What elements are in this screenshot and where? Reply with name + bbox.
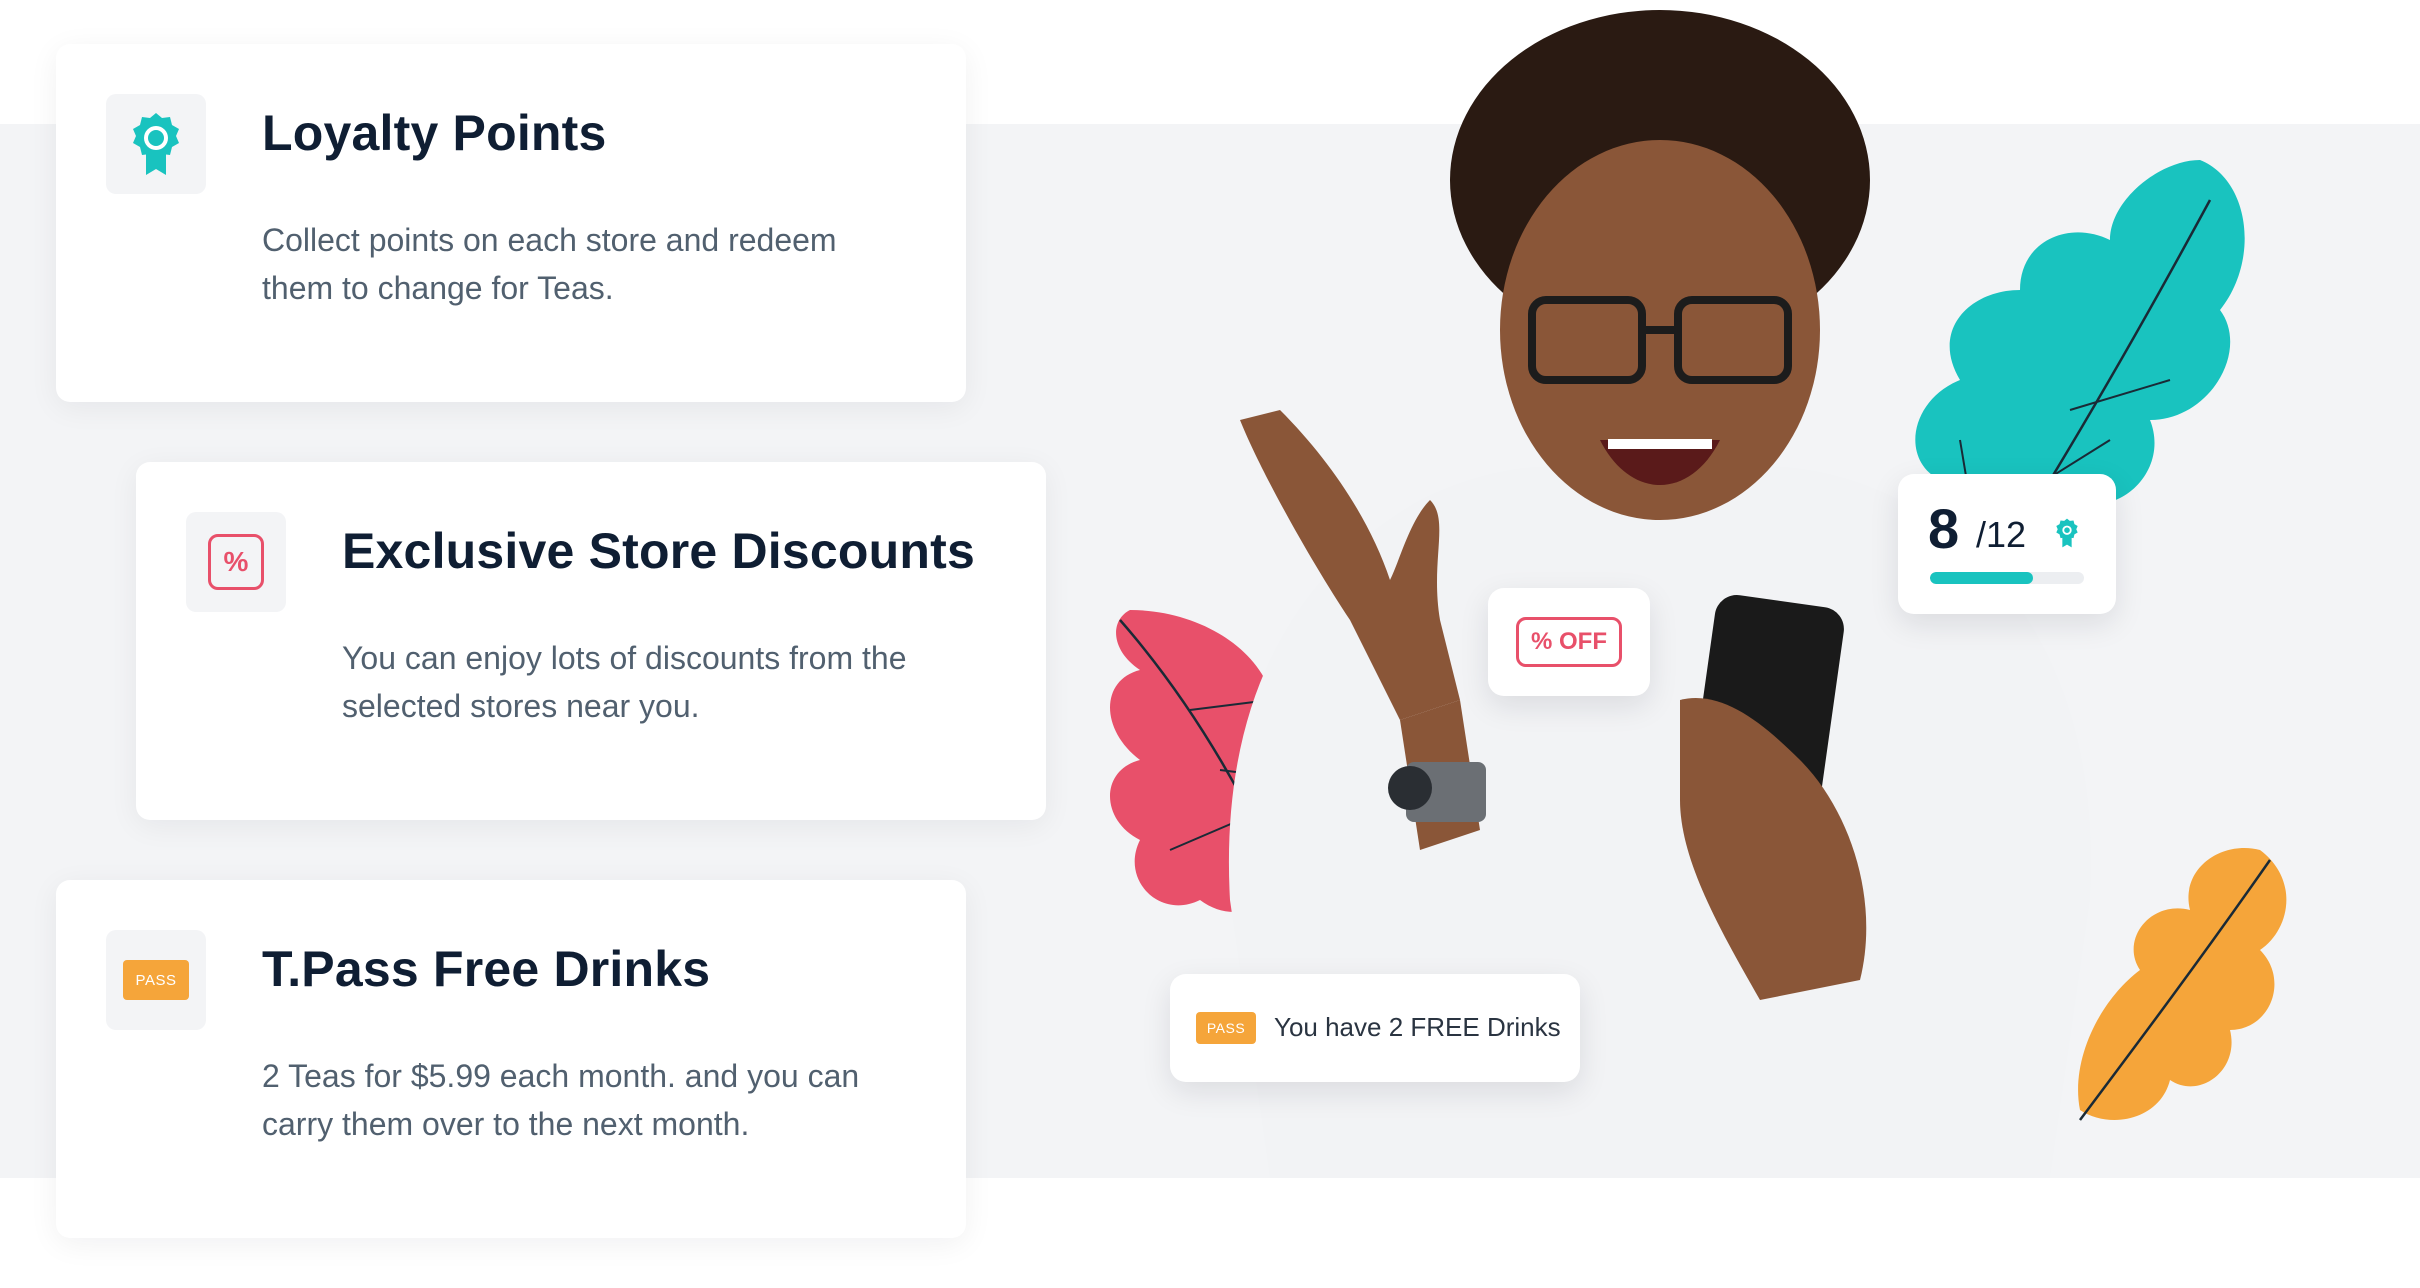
feature-description: You can enjoy lots of discounts from the… — [342, 640, 907, 724]
feature-card-store-discounts: % Exclusive Store Discounts You can enjo… — [136, 462, 1046, 820]
percent-glyph: % — [208, 534, 264, 590]
points-progress-card: 8 /12 — [1898, 474, 2116, 614]
feature-description: 2 Teas for $5.99 each month. and you can… — [262, 1058, 860, 1142]
points-progress-fill — [1930, 572, 2034, 584]
points-total: /12 — [1976, 514, 2027, 555]
discount-badge: % OFF — [1488, 588, 1650, 696]
feature-card-loyalty-points: Loyalty Points Collect points on each st… — [56, 44, 966, 402]
feature-description: Collect points on each store and redeem … — [262, 222, 837, 306]
feature-title: Exclusive Store Discounts — [342, 523, 976, 579]
percent-discount-icon: % — [186, 512, 286, 612]
loyalty-badge-icon — [2056, 518, 2078, 548]
feature-card-tpass-free-drinks: PASS T.Pass Free Drinks 2 Teas for $5.99… — [56, 880, 966, 1238]
loyalty-badge-icon — [106, 94, 206, 194]
feature-title: T.Pass Free Drinks — [262, 941, 711, 997]
free-drinks-pass-card: PASS You have 2 FREE Drinks — [1170, 974, 1580, 1082]
pass-ticket-icon: PASS — [106, 930, 206, 1030]
points-progress-bar — [1930, 572, 2084, 584]
pass-ticket-icon: PASS — [1196, 1012, 1256, 1044]
discount-badge-label: % OFF — [1516, 617, 1622, 667]
free-drinks-text: You have 2 FREE Drinks — [1274, 1012, 1561, 1042]
points-current: 8 — [1928, 497, 1960, 560]
feature-title: Loyalty Points — [262, 105, 607, 161]
pass-chip: PASS — [123, 960, 189, 1000]
